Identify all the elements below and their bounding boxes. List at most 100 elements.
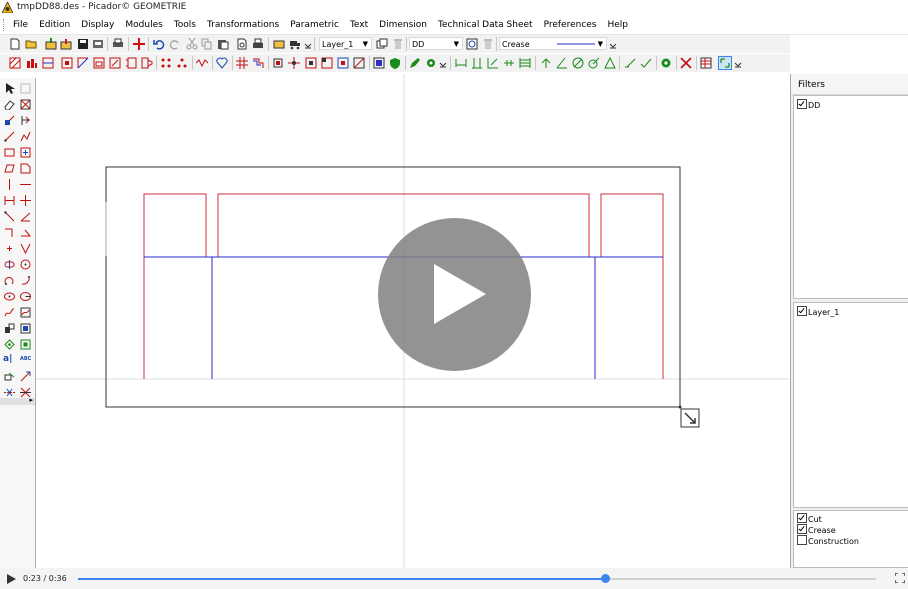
plus-line-icon[interactable] xyxy=(20,195,31,206)
paste-icon[interactable] xyxy=(217,38,229,50)
text-tool-icon[interactable]: a| xyxy=(3,354,12,364)
video-seek-handle[interactable] xyxy=(601,574,611,583)
eraser-icon[interactable] xyxy=(4,99,15,110)
filter-item-crease[interactable]: Crease xyxy=(797,524,836,535)
print-icon[interactable] xyxy=(252,38,264,50)
bevel-line-icon[interactable] xyxy=(20,227,31,238)
point-tool-icon[interactable] xyxy=(272,57,284,69)
radius-icon[interactable] xyxy=(588,57,600,69)
checkbox-dd[interactable] xyxy=(797,99,807,109)
toolbox-grip[interactable]: ▸ xyxy=(0,396,35,405)
rectangle-center-icon[interactable] xyxy=(20,147,31,158)
diagonal-line-icon[interactable] xyxy=(4,211,15,222)
gear-tool-icon[interactable] xyxy=(425,57,437,69)
center-cross-icon[interactable] xyxy=(133,38,145,50)
fullscreen-icon[interactable] xyxy=(895,573,905,583)
spline-box-icon[interactable] xyxy=(20,307,31,318)
pen-tool-icon[interactable] xyxy=(409,57,421,69)
layer-manager-icon[interactable] xyxy=(376,38,388,50)
menu-file[interactable]: File xyxy=(13,20,28,30)
open-folder-icon[interactable] xyxy=(25,38,37,50)
delete-layer-icon[interactable] xyxy=(392,38,404,50)
box-tool-icon[interactable] xyxy=(42,57,54,69)
cross-point-icon[interactable] xyxy=(288,57,300,69)
menu-help[interactable]: Help xyxy=(608,20,629,30)
layer-select[interactable]: Layer_1 ▼ xyxy=(319,37,372,50)
dim-aligned-icon[interactable] xyxy=(487,57,499,69)
dim-chain-icon[interactable] xyxy=(503,57,515,69)
resize-handle-icon[interactable] xyxy=(680,408,700,428)
toolbar-overflow-icon[interactable] xyxy=(609,41,617,51)
play-button[interactable] xyxy=(7,574,16,584)
window-tool-icon[interactable] xyxy=(93,57,105,69)
filter-manager-icon[interactable] xyxy=(466,38,478,50)
undo-icon[interactable] xyxy=(153,38,165,50)
filter-item-dd[interactable]: DD xyxy=(797,99,820,110)
toolbar-overflow-icon[interactable] xyxy=(439,60,447,70)
truck-icon[interactable] xyxy=(289,38,301,50)
save-as-icon[interactable] xyxy=(92,38,104,50)
dim-v-icon[interactable] xyxy=(471,57,483,69)
diameter-icon[interactable] xyxy=(572,57,584,69)
menu-preferences[interactable]: Preferences xyxy=(544,20,597,30)
filter-item-construction[interactable]: Construction xyxy=(797,535,859,546)
leader-check-icon[interactable] xyxy=(640,57,652,69)
delete-dimension-icon[interactable] xyxy=(680,57,692,69)
checkbox-layer-1[interactable] xyxy=(797,306,807,316)
arc-3pt-icon[interactable] xyxy=(20,275,31,286)
copy-icon[interactable] xyxy=(201,38,213,50)
circle-center-icon[interactable] xyxy=(20,259,31,270)
bar-tool-icon[interactable] xyxy=(26,57,38,69)
delete-box-icon[interactable] xyxy=(20,99,31,110)
parallelogram-icon[interactable] xyxy=(4,163,15,174)
polyline-icon[interactable] xyxy=(20,131,31,142)
leader-left-icon[interactable] xyxy=(624,57,636,69)
center-snap-icon[interactable] xyxy=(337,57,349,69)
block-edit-icon[interactable] xyxy=(20,323,31,334)
menu-tools[interactable]: Tools xyxy=(174,20,196,30)
stretch-icon[interactable] xyxy=(4,115,15,126)
menu-text[interactable]: Text xyxy=(350,20,368,30)
filter-item-layer-1[interactable]: Layer_1 xyxy=(797,306,839,317)
ellipse-icon[interactable] xyxy=(4,291,15,302)
checkbox-construction[interactable] xyxy=(797,535,807,545)
scatter-tool-icon[interactable] xyxy=(176,57,188,69)
arrow-up-icon[interactable] xyxy=(540,57,552,69)
shield-tool-icon[interactable] xyxy=(389,57,401,69)
horizontal-line-icon[interactable] xyxy=(20,179,31,190)
checkbox-cut[interactable] xyxy=(797,513,807,523)
video-seek-bar[interactable] xyxy=(78,574,876,583)
video-play-overlay-button[interactable] xyxy=(378,218,531,371)
menu-edition[interactable]: Edition xyxy=(39,20,70,30)
vertical-line-icon[interactable] xyxy=(4,179,15,190)
heart-tool-icon[interactable] xyxy=(216,57,228,69)
glue-tool-icon[interactable] xyxy=(109,57,121,69)
point-icon[interactable] xyxy=(4,243,15,254)
export-icon[interactable] xyxy=(60,38,72,50)
import-icon[interactable] xyxy=(45,38,57,50)
linetype-select[interactable]: Crease ▼ xyxy=(499,37,607,50)
triangle-icon[interactable] xyxy=(604,57,616,69)
freehand-icon[interactable] xyxy=(4,307,15,318)
menu-grip[interactable] xyxy=(3,19,6,31)
layer-snap-icon[interactable] xyxy=(373,57,385,69)
step-tool-icon[interactable] xyxy=(252,57,264,69)
filter-select[interactable]: DD ▼ xyxy=(409,37,463,50)
delete-filter-icon[interactable] xyxy=(482,38,494,50)
rectangle-icon[interactable] xyxy=(4,147,15,158)
corner-line-icon[interactable] xyxy=(4,227,15,238)
copy-stamp-icon[interactable] xyxy=(4,371,15,382)
menu-technical-data-sheet[interactable]: Technical Data Sheet xyxy=(438,20,533,30)
toolbar-overflow-icon[interactable] xyxy=(304,41,312,51)
pattern-icon[interactable] xyxy=(20,339,31,350)
select-window-icon[interactable] xyxy=(20,83,31,94)
perforation-icon[interactable] xyxy=(4,387,15,398)
rotate-icon[interactable] xyxy=(4,339,15,350)
angle-icon[interactable] xyxy=(556,57,568,69)
ellipse-axis-icon[interactable] xyxy=(20,291,31,302)
menu-transformations[interactable]: Transformations xyxy=(207,20,279,30)
h-connector-icon[interactable] xyxy=(4,195,15,206)
flap-tool-icon[interactable] xyxy=(141,57,153,69)
rect-snap-icon[interactable] xyxy=(305,57,317,69)
angle-line-icon[interactable] xyxy=(20,211,31,222)
